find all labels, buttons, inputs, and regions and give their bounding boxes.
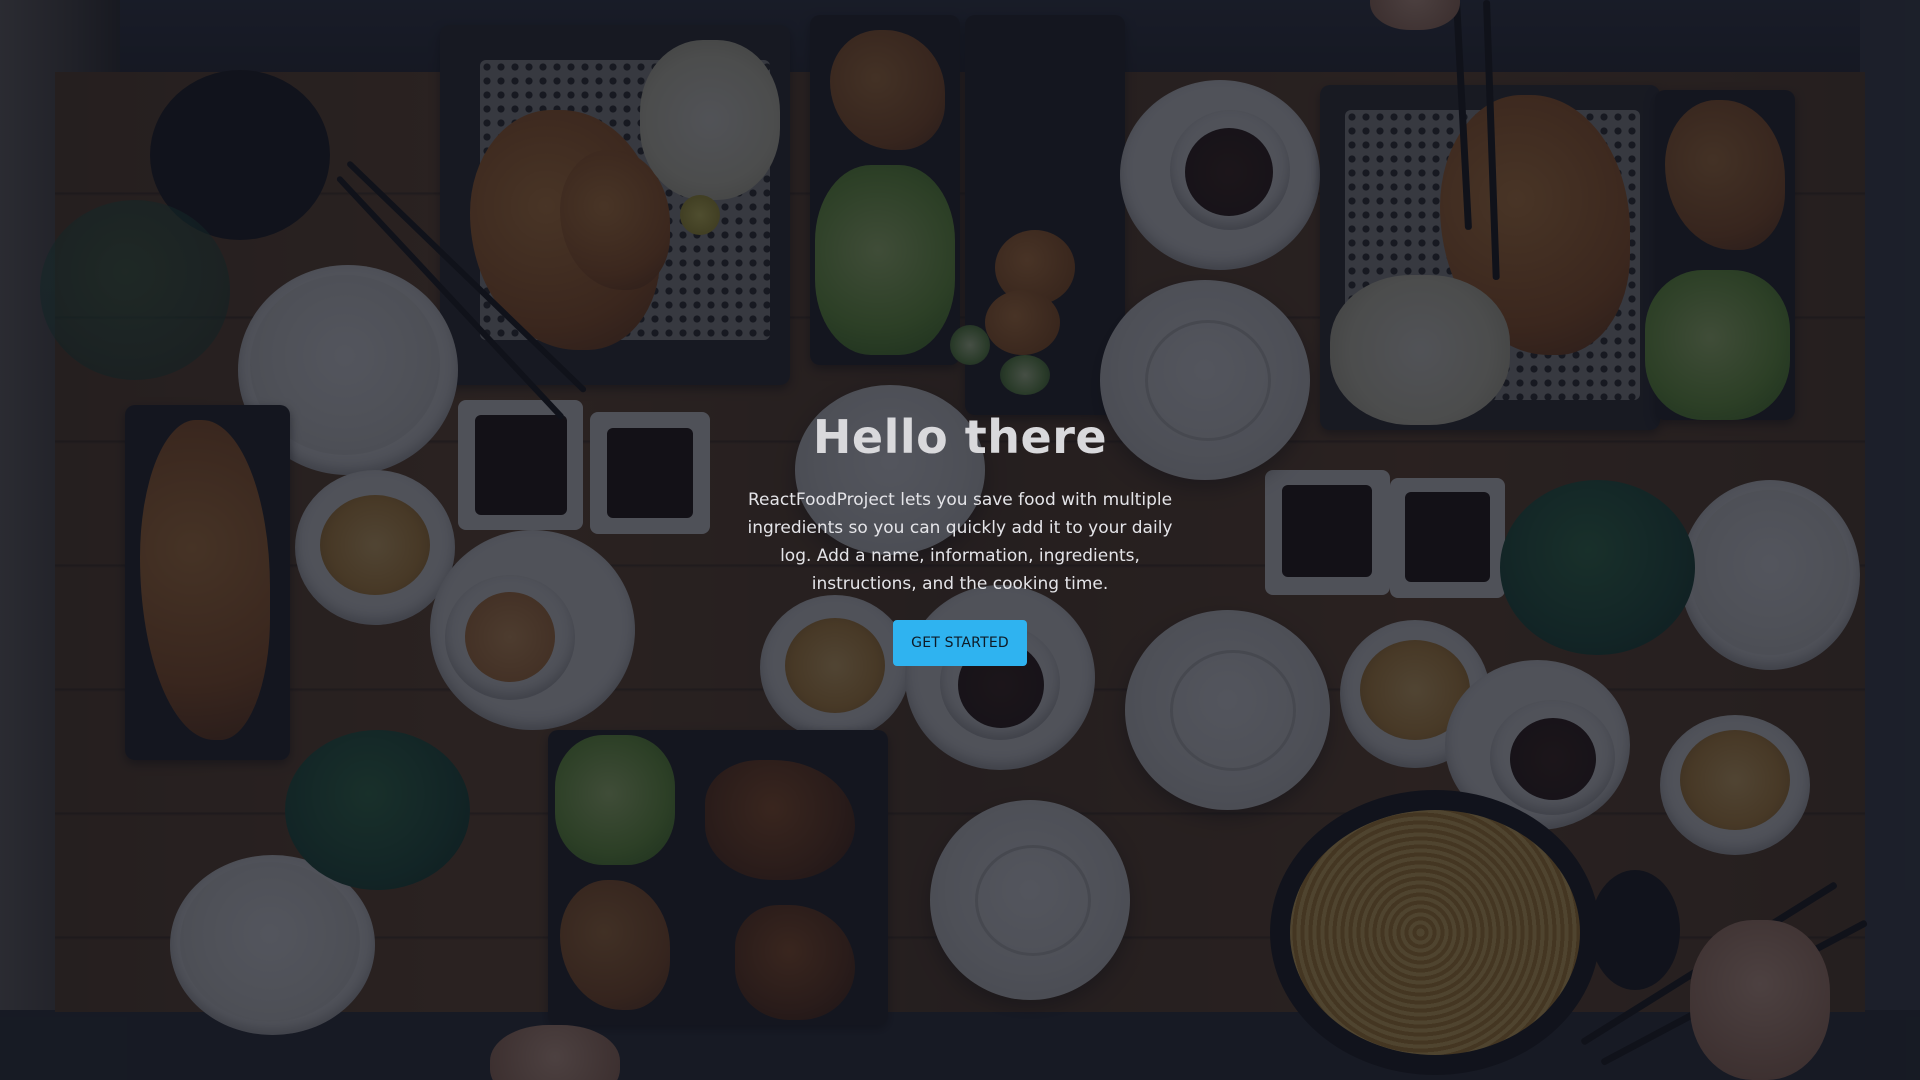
- hero-content: Hello there ReactFoodProject lets you sa…: [0, 410, 1920, 666]
- hero-title: Hello there: [812, 410, 1108, 464]
- hero-description: ReactFoodProject lets you save food with…: [747, 490, 1173, 594]
- hero-section: Hello there ReactFoodProject lets you sa…: [0, 0, 1920, 1080]
- get-started-button[interactable]: GET STARTED: [893, 620, 1027, 666]
